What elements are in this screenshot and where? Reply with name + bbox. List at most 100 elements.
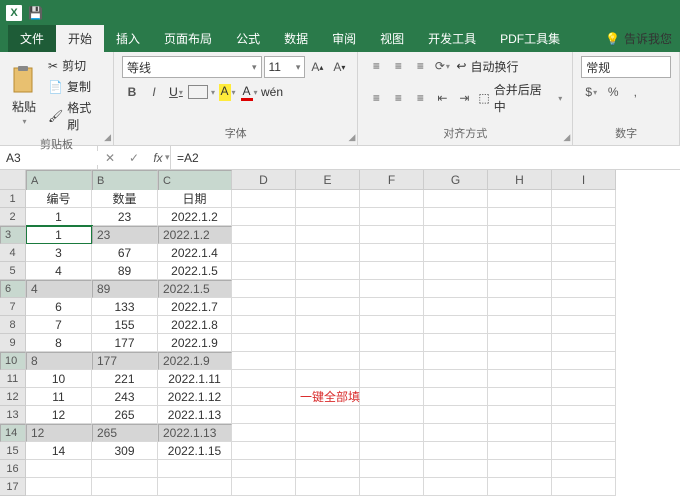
cell[interactable] <box>92 478 158 496</box>
cell[interactable] <box>232 298 296 316</box>
cell[interactable] <box>158 460 232 478</box>
cell[interactable]: 23 <box>92 226 158 244</box>
cell[interactable]: 2022.1.9 <box>158 352 232 370</box>
tell-me[interactable]: 💡告诉我您 <box>597 25 680 52</box>
tab-insert[interactable]: 插入 <box>104 25 152 52</box>
cell[interactable] <box>488 406 552 424</box>
cell[interactable] <box>488 226 552 244</box>
cell[interactable] <box>552 460 616 478</box>
shrink-font-button[interactable]: A▾ <box>329 57 349 77</box>
cell[interactable] <box>424 352 488 370</box>
cell[interactable] <box>552 442 616 460</box>
cell[interactable] <box>552 280 616 298</box>
col-header[interactable]: E <box>296 170 360 190</box>
tab-file[interactable]: 文件 <box>8 25 56 52</box>
cell[interactable]: 2022.1.5 <box>158 280 232 298</box>
cell[interactable] <box>552 226 616 244</box>
cell[interactable]: 177 <box>92 352 158 370</box>
cell[interactable] <box>424 226 488 244</box>
dialog-launcher-icon[interactable]: ◢ <box>104 132 111 143</box>
cell[interactable]: 日期 <box>158 190 232 208</box>
tab-layout[interactable]: 页面布局 <box>152 25 224 52</box>
cell[interactable] <box>552 352 616 370</box>
cell[interactable]: 编号 <box>26 190 92 208</box>
cell[interactable] <box>232 424 296 442</box>
row-header[interactable]: 12 <box>0 388 26 406</box>
cell[interactable] <box>424 460 488 478</box>
cell[interactable] <box>360 478 424 496</box>
cell[interactable] <box>488 298 552 316</box>
cell[interactable] <box>552 370 616 388</box>
cell[interactable] <box>360 316 424 334</box>
cell[interactable] <box>296 352 360 370</box>
bold-button[interactable]: B <box>122 82 142 102</box>
cell[interactable] <box>232 208 296 226</box>
font-size-select[interactable]: 11▾ <box>264 56 306 78</box>
cell[interactable]: 4 <box>26 280 92 298</box>
cell[interactable] <box>488 442 552 460</box>
col-header[interactable]: C <box>158 170 232 192</box>
row-header[interactable]: 9 <box>0 334 26 352</box>
tab-formulas[interactable]: 公式 <box>224 25 272 52</box>
cell[interactable] <box>232 244 296 262</box>
cell[interactable] <box>360 460 424 478</box>
cell[interactable] <box>360 406 424 424</box>
cell[interactable] <box>424 298 488 316</box>
cell[interactable] <box>424 334 488 352</box>
comma-button[interactable]: , <box>625 82 645 102</box>
cell[interactable]: 265 <box>92 406 158 424</box>
tab-review[interactable]: 审阅 <box>320 25 368 52</box>
align-top-button[interactable]: ≡ <box>366 56 386 76</box>
col-header[interactable]: I <box>552 170 616 190</box>
row-header[interactable]: 17 <box>0 478 26 496</box>
cell[interactable]: 数量 <box>92 190 158 208</box>
row-header[interactable]: 2 <box>0 208 26 226</box>
cell[interactable] <box>232 388 296 406</box>
cell[interactable]: 6 <box>26 298 92 316</box>
formula-input[interactable] <box>171 151 680 165</box>
cell[interactable] <box>424 442 488 460</box>
cell[interactable]: 2022.1.4 <box>158 244 232 262</box>
cell[interactable] <box>360 352 424 370</box>
cell[interactable] <box>232 226 296 244</box>
percent-button[interactable]: % <box>603 82 623 102</box>
dialog-launcher-icon[interactable]: ◢ <box>348 132 355 143</box>
cell[interactable] <box>424 280 488 298</box>
cell[interactable] <box>424 190 488 208</box>
cell[interactable] <box>360 208 424 226</box>
cell[interactable] <box>360 244 424 262</box>
cell[interactable] <box>360 262 424 280</box>
tab-data[interactable]: 数据 <box>272 25 320 52</box>
merge-button[interactable]: ⬚合并后居中▾ <box>476 80 564 116</box>
cell[interactable] <box>424 370 488 388</box>
cell[interactable] <box>552 334 616 352</box>
grow-font-button[interactable]: A▴ <box>307 57 327 77</box>
cell[interactable] <box>552 262 616 280</box>
cell[interactable]: 177 <box>92 334 158 352</box>
cell[interactable] <box>360 424 424 442</box>
cell[interactable]: 309 <box>92 442 158 460</box>
cell[interactable] <box>360 226 424 244</box>
cell[interactable] <box>232 262 296 280</box>
cell[interactable] <box>360 190 424 208</box>
cell[interactable] <box>296 280 360 298</box>
cell[interactable] <box>424 478 488 496</box>
cell[interactable] <box>296 298 360 316</box>
cell[interactable] <box>488 262 552 280</box>
tab-view[interactable]: 视图 <box>368 25 416 52</box>
cell[interactable] <box>296 460 360 478</box>
col-header[interactable]: B <box>92 170 158 192</box>
col-header[interactable]: G <box>424 170 488 190</box>
row-header[interactable]: 16 <box>0 460 26 478</box>
dialog-launcher-icon[interactable]: ◢ <box>563 132 570 143</box>
align-middle-button[interactable]: ≡ <box>388 56 408 76</box>
cell[interactable]: 12 <box>26 406 92 424</box>
cell[interactable]: 7 <box>26 316 92 334</box>
cell[interactable] <box>424 316 488 334</box>
cell[interactable]: 2022.1.9 <box>158 334 232 352</box>
cell[interactable]: 12 <box>26 424 92 442</box>
cell[interactable]: 2022.1.13 <box>158 424 232 442</box>
cell[interactable] <box>488 244 552 262</box>
cell[interactable] <box>296 316 360 334</box>
cell[interactable]: 4 <box>26 262 92 280</box>
